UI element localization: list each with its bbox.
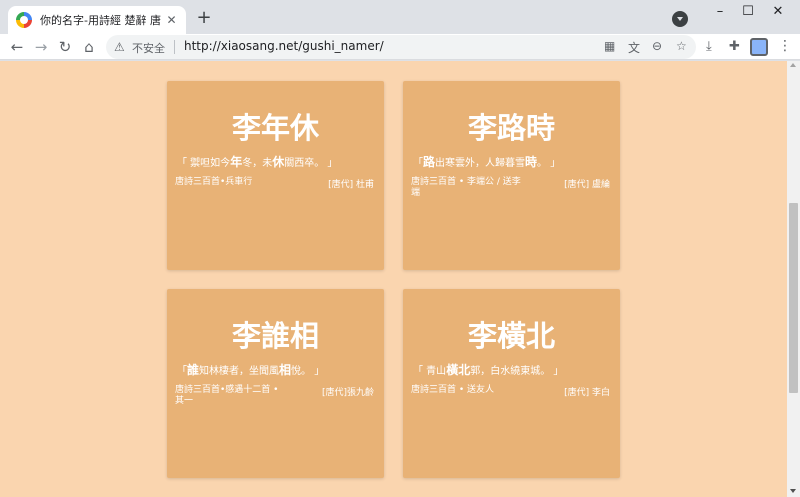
card-author: [唐代]張九齡: [321, 388, 374, 398]
card-name: 李誰相: [231, 319, 319, 353]
name-card[interactable]: 李誰相 「誰知林棲者，坐聞風相悅。 」 唐詩三百首•感遇十二首 •其一 [唐代]…: [167, 289, 384, 478]
favicon-icon: [16, 12, 32, 28]
minimize-icon[interactable]: –: [706, 4, 734, 20]
home-icon[interactable]: ⌂: [78, 36, 100, 58]
scroll-down-icon[interactable]: [790, 489, 796, 493]
extensions-icon[interactable]: ✚: [729, 40, 740, 54]
vertical-scrollbar[interactable]: [787, 61, 800, 497]
card-source: 唐詩三百首 • 李端公 / 送李端: [411, 177, 521, 198]
warning-icon[interactable]: ⚠: [114, 40, 125, 54]
card-verse: 「 青山橫北郭，白水繞東城。 」: [413, 363, 564, 377]
back-icon[interactable]: ←: [6, 36, 28, 58]
new-tab-button[interactable]: +: [194, 9, 214, 27]
download-icon[interactable]: ⤓: [706, 40, 712, 54]
forward-icon[interactable]: →: [30, 36, 52, 58]
scrollbar-thumb[interactable]: [789, 203, 798, 393]
card-author: [唐代] 李白: [564, 388, 610, 398]
reload-icon[interactable]: ↻: [54, 36, 76, 58]
menu-icon[interactable]: ⋮: [778, 38, 792, 54]
translate-icon[interactable]: 文: [628, 39, 640, 56]
card-source: 唐詩三百首 • 送友人: [411, 385, 495, 395]
card-name: 李路時: [467, 111, 555, 145]
card-source: 唐詩三百首•兵車行: [175, 177, 253, 187]
insecure-label[interactable]: 不安全: [132, 40, 165, 56]
card-author: [唐代] 杜甫: [328, 180, 374, 190]
tab-close-icon[interactable]: ✕: [165, 13, 178, 27]
zoom-icon[interactable]: ⊖: [652, 39, 662, 53]
tab-strip: 你的名字-用詩經 楚辭 唐詩 宋詞 ✕ + – ☐ ✕: [0, 0, 800, 34]
page-content: 李年休 「 禦呾如今年冬，未休關西卒。 」 唐詩三百首•兵車行 [唐代] 杜甫 …: [0, 61, 787, 497]
card-name: 李年休: [231, 111, 319, 145]
card-author: [唐代] 盧綸: [564, 180, 610, 190]
card-verse: 「路出寒雲外，人歸暮雪時。 」: [413, 155, 561, 169]
browser-toolbar: ← → ↻ ⌂ ⚠ 不安全 http://xiaosang.net/gushi_…: [0, 34, 800, 60]
card-verse: 「 禦呾如今年冬，未休關西卒。 」: [177, 155, 338, 169]
address-bar[interactable]: ⚠ 不安全 http://xiaosang.net/gushi_namer/ ▦…: [106, 35, 696, 59]
card-verse: 「誰知林棲者，坐聞風相悅。 」: [177, 363, 325, 377]
maximize-icon[interactable]: ☐: [734, 4, 762, 20]
omnibox-divider: [174, 40, 175, 54]
card-name: 李橫北: [467, 319, 555, 353]
scroll-up-icon[interactable]: [790, 63, 796, 67]
browser-tab[interactable]: 你的名字-用詩經 楚辭 唐詩 宋詞 ✕: [8, 6, 186, 34]
profile-icon[interactable]: [750, 38, 768, 56]
bookmark-star-icon[interactable]: ☆: [676, 39, 687, 53]
name-card[interactable]: 李路時 「路出寒雲外，人歸暮雪時。 」 唐詩三百首 • 李端公 / 送李端 [唐…: [403, 81, 620, 270]
card-source: 唐詩三百首•感遇十二首 •其一: [175, 385, 279, 406]
name-card[interactable]: 李年休 「 禦呾如今年冬，未休關西卒。 」 唐詩三百首•兵車行 [唐代] 杜甫: [167, 81, 384, 270]
tab-search-icon[interactable]: [672, 11, 688, 27]
tab-title: 你的名字-用詩經 楚辭 唐詩 宋詞: [40, 14, 161, 27]
url-text[interactable]: http://xiaosang.net/gushi_namer/: [184, 39, 384, 53]
name-card[interactable]: 李橫北 「 青山橫北郭，白水繞東城。 」 唐詩三百首 • 送友人 [唐代] 李白: [403, 289, 620, 478]
qr-code-icon[interactable]: ▦: [604, 39, 615, 53]
window-close-icon[interactable]: ✕: [764, 4, 792, 20]
